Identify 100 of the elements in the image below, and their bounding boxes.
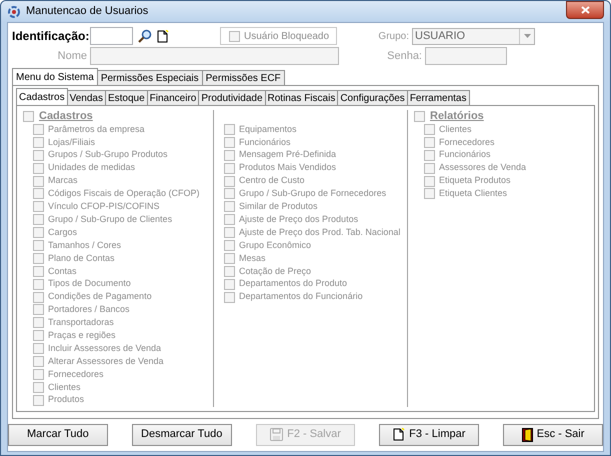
- permission-label: Praças e regiões: [48, 328, 116, 342]
- action-button[interactable]: Desmarcar Tudo: [132, 424, 232, 446]
- checkbox[interactable]: [33, 292, 44, 303]
- tab[interactable]: Estoque: [104, 90, 148, 105]
- checkbox[interactable]: [424, 150, 435, 161]
- checkbox[interactable]: [33, 343, 44, 354]
- permission-label: Similar de Produtos: [239, 200, 318, 214]
- permission-label: Grupo / Sub-Grupo de Clientes: [48, 212, 172, 226]
- checkbox[interactable]: [424, 188, 435, 200]
- permission-label: Assessores de Venda: [439, 161, 526, 174]
- grupo-label: Grupo:: [377, 30, 410, 44]
- permission-label: Mensagem Pré-Definida: [239, 148, 336, 162]
- permission-label: Etiqueta Clientes: [439, 187, 508, 200]
- permission-label: Contas: [48, 264, 77, 278]
- checkbox[interactable]: [424, 136, 435, 148]
- tab[interactable]: Financeiro: [146, 90, 200, 105]
- permission-label: Produtos Mais Vendidos: [239, 161, 336, 174]
- new-document-icon: [157, 30, 169, 42]
- checkbox[interactable]: [424, 162, 435, 174]
- checkbox[interactable]: [33, 214, 44, 226]
- checkbox[interactable]: [33, 227, 44, 238]
- permission-label: Lojas/Filiais: [48, 136, 96, 149]
- checkbox[interactable]: [424, 124, 435, 135]
- checkbox[interactable]: [33, 266, 44, 277]
- permission-label: Vínculo CFOP-PIS/COFINS: [48, 200, 160, 214]
- checkbox[interactable]: [33, 330, 44, 342]
- checkbox[interactable]: [33, 382, 44, 393]
- tab[interactable]: Cadastros: [16, 88, 68, 105]
- checkbox[interactable]: [424, 176, 435, 186]
- checkbox[interactable]: [224, 252, 235, 264]
- tab[interactable]: Ferramentas: [406, 90, 470, 105]
- checkbox[interactable]: [33, 356, 44, 367]
- permission-label: Fornecedores: [48, 368, 104, 381]
- close-icon: [580, 6, 590, 14]
- checkbox[interactable]: [224, 201, 235, 212]
- tab[interactable]: Produtividade: [198, 90, 266, 105]
- dropdown-arrow-icon: [524, 34, 530, 38]
- permission-label: Funcionários: [439, 148, 491, 162]
- permission-label: Ajuste de Preço dos Produtos: [239, 212, 358, 226]
- action-button[interactable]: F3 - Limpar: [379, 424, 480, 446]
- checkbox[interactable]: [224, 292, 235, 303]
- usuario-bloqueado-label: Usuário Bloqueado: [244, 30, 330, 44]
- permission-label: Grupos / Sub-Grupo Produtos: [48, 148, 168, 162]
- tab[interactable]: Permissões ECF: [202, 70, 285, 85]
- permission-label: Produtos: [48, 393, 84, 406]
- checkbox[interactable]: [224, 188, 235, 200]
- checkbox[interactable]: [33, 368, 44, 380]
- checkbox[interactable]: [224, 136, 235, 148]
- action-button[interactable]: Esc - Sair: [503, 424, 603, 446]
- checkbox[interactable]: [33, 304, 44, 316]
- section-header: Relatórios: [430, 109, 484, 124]
- door-icon: [522, 428, 533, 442]
- senha-label: Senha:: [387, 48, 423, 64]
- checkbox[interactable]: [33, 176, 44, 186]
- app-icon: [7, 4, 21, 18]
- checkbox[interactable]: [224, 266, 235, 277]
- checkbox[interactable]: [33, 201, 44, 212]
- checkbox[interactable]: [33, 136, 44, 148]
- new-document-icon: [393, 428, 406, 442]
- window-title: Manutencao de Usuarios: [26, 4, 148, 20]
- action-button[interactable]: Marcar Tudo: [8, 424, 108, 446]
- checkbox[interactable]: [224, 176, 235, 186]
- checkbox[interactable]: [224, 124, 235, 135]
- permission-label: Mesas: [239, 252, 266, 265]
- checkbox[interactable]: [33, 278, 44, 290]
- tab[interactable]: Vendas: [66, 90, 106, 105]
- tab[interactable]: Permissões Especiais: [96, 70, 203, 85]
- checkbox[interactable]: [224, 162, 235, 174]
- permission-label: Cargos: [48, 226, 78, 239]
- checkbox[interactable]: [33, 150, 44, 161]
- checkbox[interactable]: [33, 162, 44, 174]
- permission-label: Condições de Pagamento: [48, 290, 152, 304]
- permission-label: Tamanhos / Cores: [48, 238, 122, 252]
- permission-label: Plano de Contas: [48, 252, 115, 265]
- permission-label: Alterar Assessores de Venda: [48, 354, 164, 368]
- permission-label: Portadores / Bancos: [48, 303, 130, 316]
- close-button[interactable]: [566, 1, 604, 19]
- permission-label: Grupo Econômico: [239, 238, 312, 252]
- permission-label: Clientes: [48, 380, 81, 394]
- search-icon[interactable]: [138, 29, 152, 43]
- permission-label: Funcionários: [239, 136, 291, 149]
- checkbox[interactable]: [33, 252, 44, 264]
- checkbox[interactable]: [33, 394, 44, 406]
- identificacao-field[interactable]: [90, 27, 133, 45]
- checkbox[interactable]: [33, 188, 44, 200]
- permission-label: Unidades de medidas: [48, 161, 136, 174]
- permission-label: Marcas: [48, 174, 78, 188]
- checkbox[interactable]: [33, 240, 44, 251]
- checkbox[interactable]: [224, 214, 235, 226]
- checkbox[interactable]: [224, 278, 235, 290]
- checkbox[interactable]: [224, 227, 235, 238]
- permission-label: Grupo / Sub-Grupo de Fornecedores: [239, 187, 386, 200]
- permission-label: Ajuste de Preço dos Prod. Tab. Nacional: [239, 226, 400, 239]
- checkbox[interactable]: [224, 240, 235, 251]
- checkbox[interactable]: [33, 124, 44, 135]
- checkbox[interactable]: [224, 150, 235, 161]
- tab[interactable]: Rotinas Fiscais: [264, 90, 338, 105]
- tab[interactable]: Menu do Sistema: [12, 68, 98, 85]
- checkbox[interactable]: [33, 317, 44, 328]
- tab[interactable]: Configurações: [337, 90, 408, 105]
